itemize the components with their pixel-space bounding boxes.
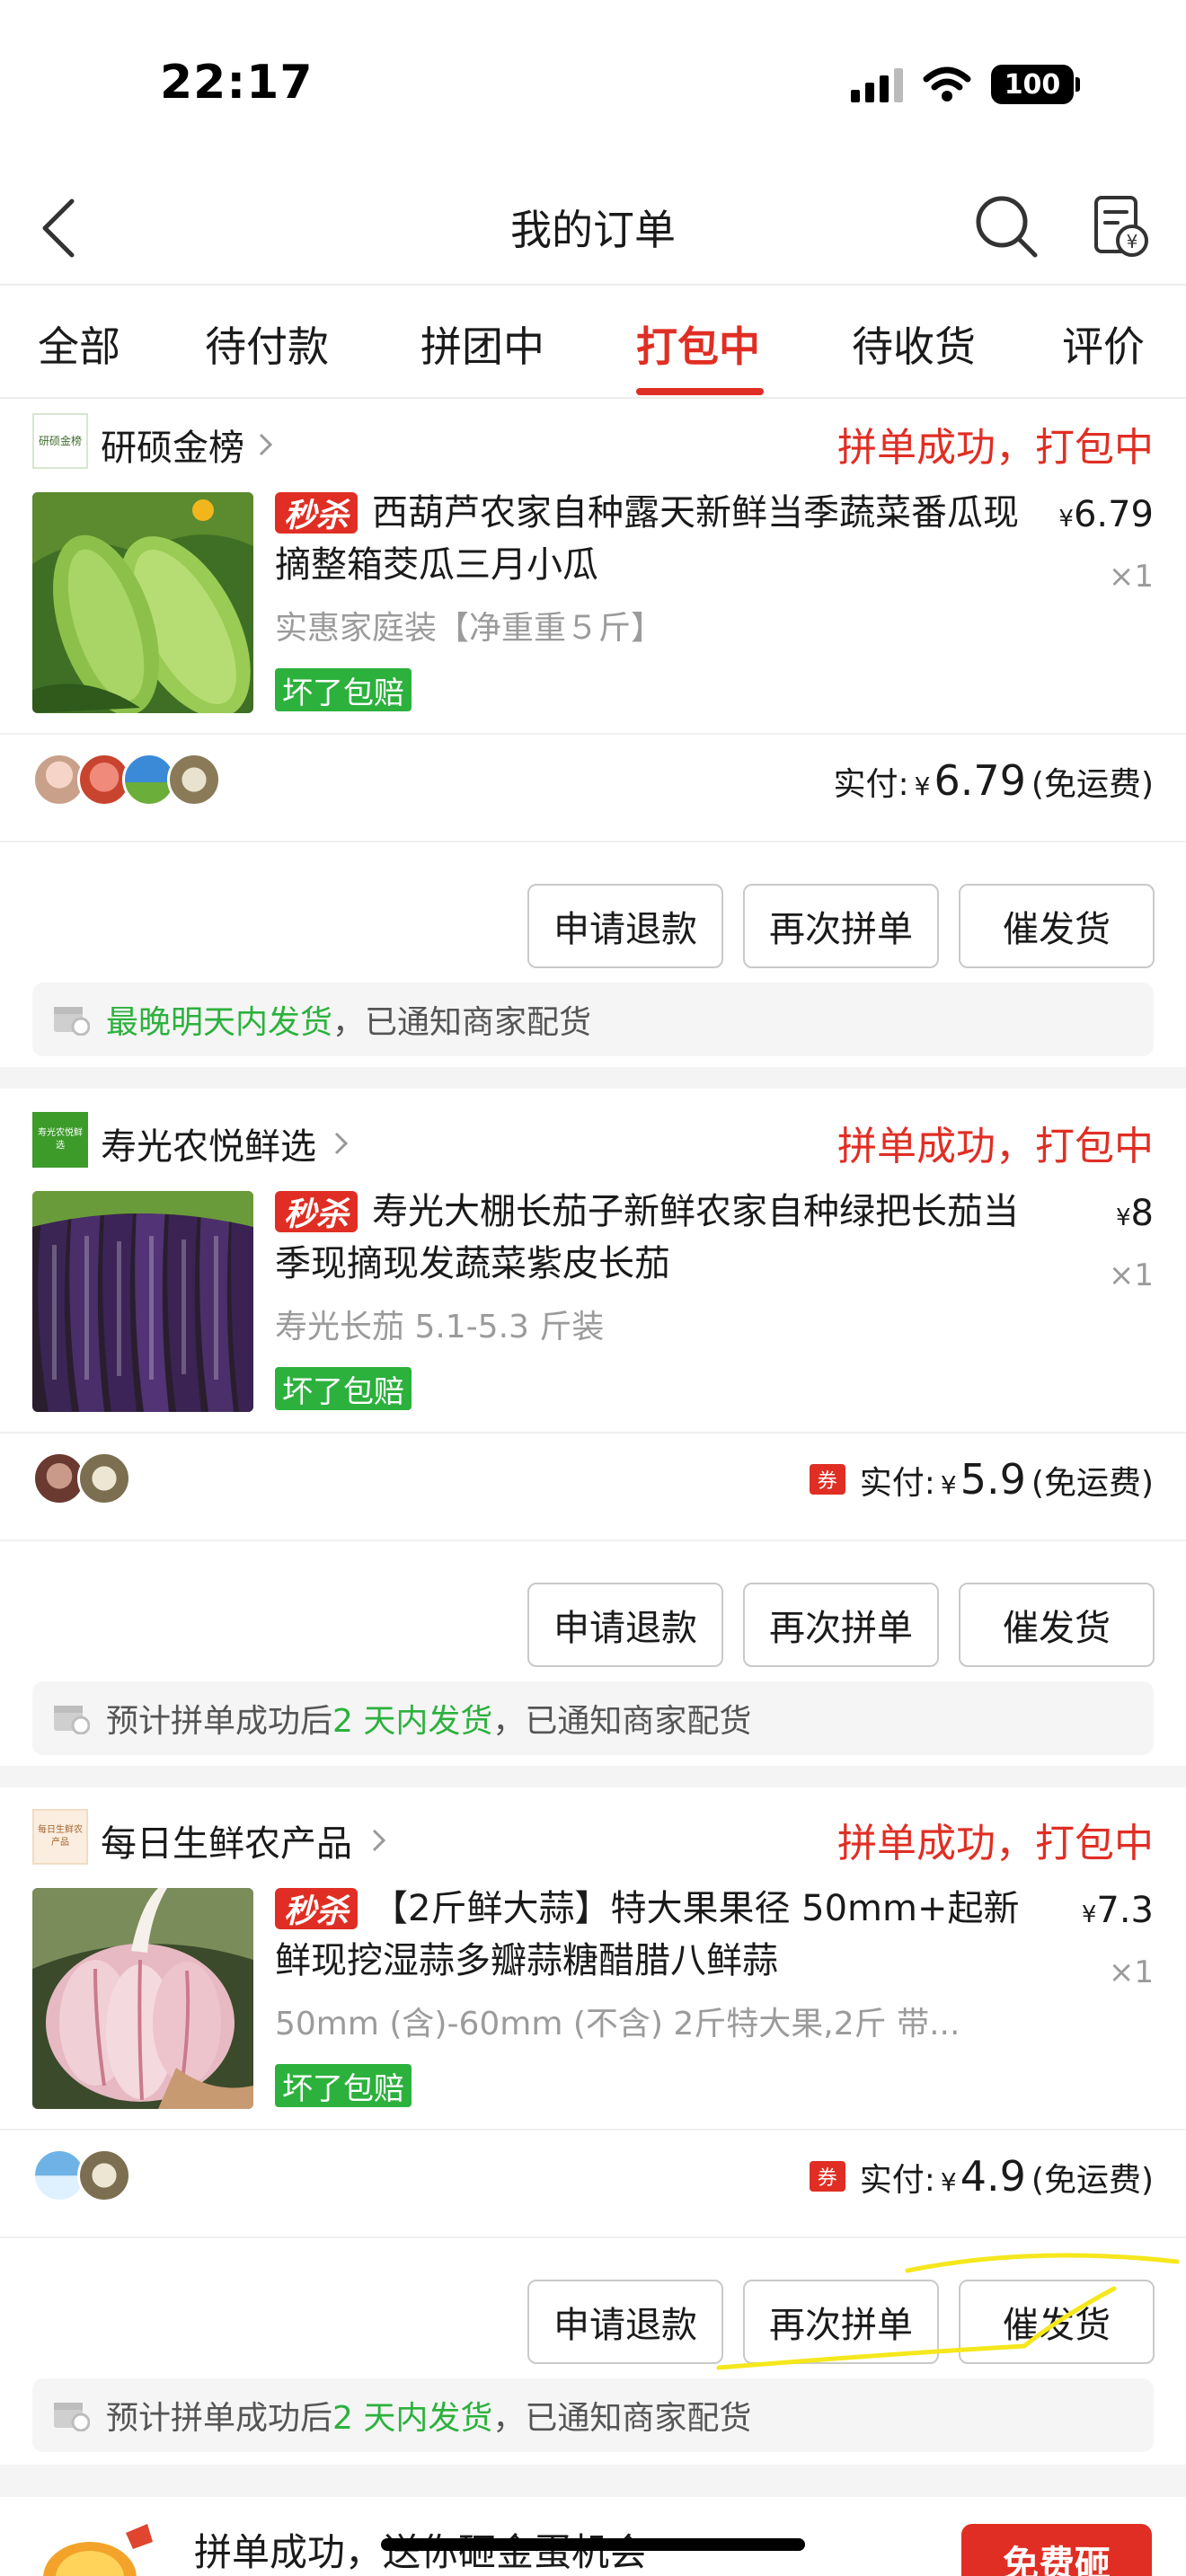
tab-packing[interactable]: 打包中: [636, 314, 760, 374]
product-image-garlic[interactable]: [32, 1888, 253, 2109]
product-image-eggplant[interactable]: [32, 1191, 253, 1412]
coupon-icon: 券: [809, 1464, 845, 1495]
chevron-right-icon: [259, 433, 273, 456]
urge-shipping-button[interactable]: 催发货: [959, 1583, 1155, 1667]
product-spec: 50mm (含)-60mm (不含) 2斤特大果,2斤 带...: [275, 2006, 960, 2042]
paid-summary: 券 实付: ¥ 4.9 (免运费): [809, 2152, 1154, 2201]
divider: [0, 841, 1186, 842]
order-status: 拼单成功，打包中: [837, 1124, 1154, 1169]
store-logo: 寿光农悦鲜选: [32, 1112, 88, 1168]
tab-to-receive[interactable]: 待收货: [852, 314, 976, 374]
order-status: 拼单成功，打包中: [837, 1821, 1154, 1866]
unit-price: ¥8: [1116, 1193, 1154, 1234]
order-tabs: 全部 待付款 拼团中 打包中 待收货 评价: [0, 287, 1186, 399]
guarantee-badge: 坏了包赔: [275, 1367, 412, 1410]
guarantee-badge: 坏了包赔: [275, 668, 412, 711]
product-title[interactable]: 寿光大棚长茄子新鲜农家自种绿把长茄当季现摘现发蔬菜紫皮长茄: [275, 1186, 1048, 1290]
guarantee-badge: 坏了包赔: [275, 2064, 412, 2107]
wifi-icon: [923, 66, 971, 101]
quantity: ×1: [1108, 1954, 1154, 1990]
product-title[interactable]: 【2斤鲜大蒜】特大果果径 50mm+起新鲜现挖湿蒜多瓣蒜糖醋腊八鲜蒜: [275, 1883, 1048, 1987]
shipping-notice: 预计拼单成功后 2 天内发货 ，已通知商家配货: [32, 1681, 1154, 1755]
tab-grouping[interactable]: 拼团中: [420, 314, 544, 374]
chevron-right-icon: [372, 1829, 386, 1852]
paid-amount: 6.79: [934, 756, 1026, 805]
regroup-button[interactable]: 再次拼单: [743, 2280, 939, 2364]
urge-shipping-button[interactable]: 催发货: [959, 884, 1155, 968]
store-name[interactable]: 研硕金榜: [101, 419, 244, 471]
store-logo: 每日生鲜农产品: [32, 1809, 88, 1865]
avatar: [77, 1451, 131, 1505]
urge-shipping-button[interactable]: 催发货: [959, 2280, 1155, 2364]
request-refund-button[interactable]: 申请退款: [527, 884, 723, 968]
active-tab-indicator: [636, 388, 764, 395]
avatar: [77, 2148, 131, 2202]
status-bar: 22:17 100: [0, 0, 1186, 171]
order-card: 寿光农悦鲜选 寿光农悦鲜选 拼单成功，打包中 秒杀 寿光大棚长茄子新鲜农家自种绿…: [0, 1098, 1186, 1766]
paid-amount: 5.9: [960, 1455, 1026, 1504]
tab-review[interactable]: 评价: [1062, 314, 1145, 374]
quantity: ×1: [1108, 1257, 1154, 1293]
product-image-zucchini[interactable]: [32, 492, 253, 713]
tab-all[interactable]: 全部: [38, 314, 120, 374]
free-smash-button[interactable]: 免费砸: [961, 2524, 1152, 2576]
store-name[interactable]: 寿光农悦鲜选: [101, 1117, 316, 1169]
divider: [0, 1539, 1186, 1541]
golden-egg-icon: [43, 2524, 153, 2576]
store-name[interactable]: 每日生鲜农产品: [101, 1814, 352, 1866]
search-icon[interactable]: [972, 192, 1040, 260]
divider: [0, 733, 1186, 735]
nav-header: 我的订单 ¥: [0, 171, 1186, 286]
quantity: ×1: [1108, 559, 1154, 595]
calendar-clock-icon: [54, 1706, 90, 1734]
unit-price: ¥7.3: [1081, 1890, 1154, 1931]
request-refund-button[interactable]: 申请退款: [527, 2280, 723, 2364]
product-spec: 实惠家庭装【净重重５斤】: [275, 610, 664, 647]
regroup-button[interactable]: 再次拼单: [743, 884, 939, 968]
section-gap: [0, 1067, 1186, 1089]
order-card: 每日生鲜农产品 每日生鲜农产品 拼单成功，打包中 秒杀 【2斤鲜大蒜】特大果果径…: [0, 1795, 1186, 2463]
section-gap: [0, 1766, 1186, 1787]
bill-icon[interactable]: ¥: [1091, 192, 1150, 260]
svg-text:¥: ¥: [1127, 231, 1138, 252]
calendar-clock-icon: [54, 2403, 90, 2431]
coupon-icon: 券: [809, 2161, 845, 2192]
battery-level: 100: [991, 65, 1074, 104]
tab-pending-payment[interactable]: 待付款: [205, 314, 329, 374]
divider: [0, 2129, 1186, 2130]
shipping-notice: 最晚明天内发货 ，已通知商家配货: [32, 983, 1154, 1056]
section-gap: [0, 2465, 1186, 2497]
status-time: 22:17: [160, 56, 314, 110]
shipping-notice: 预计拼单成功后 2 天内发货 ，已通知商家配货: [32, 2378, 1154, 2452]
chevron-right-icon: [334, 1132, 349, 1155]
request-refund-button[interactable]: 申请退款: [527, 1583, 723, 1667]
calendar-clock-icon: [54, 1007, 90, 1036]
divider: [0, 1432, 1186, 1434]
promo-banner[interactable]: 拼单成功，送你砸金蛋机会 免费砸: [0, 2497, 1186, 2576]
paid-summary: 券 实付: ¥ 5.9 (免运费): [809, 1455, 1154, 1504]
store-logo: 研硕金榜: [32, 413, 88, 469]
regroup-button[interactable]: 再次拼单: [743, 1583, 939, 1667]
order-card: 研硕金榜 研硕金榜 拼单成功，打包中 秒杀 西葫芦农家自种露天新鲜当季蔬菜番瓜现…: [0, 399, 1186, 1067]
order-status: 拼单成功，打包中: [837, 425, 1154, 471]
battery-icon: 100: [991, 65, 1080, 104]
paid-summary: 实付: ¥ 6.79 (免运费): [833, 756, 1154, 805]
product-title[interactable]: 西葫芦农家自种露天新鲜当季蔬菜番瓜现摘整箱茭瓜三月小瓜: [275, 487, 1048, 591]
status-icons: 100: [851, 65, 1080, 104]
home-indicator: [381, 2538, 805, 2551]
divider: [0, 2236, 1186, 2238]
avatar: [167, 753, 221, 807]
signal-icon: [851, 66, 903, 102]
unit-price: ¥6.79: [1058, 494, 1154, 535]
paid-amount: 4.9: [960, 2152, 1026, 2201]
product-spec: 寿光长茄 5.1-5.3 斤装: [275, 1309, 605, 1345]
